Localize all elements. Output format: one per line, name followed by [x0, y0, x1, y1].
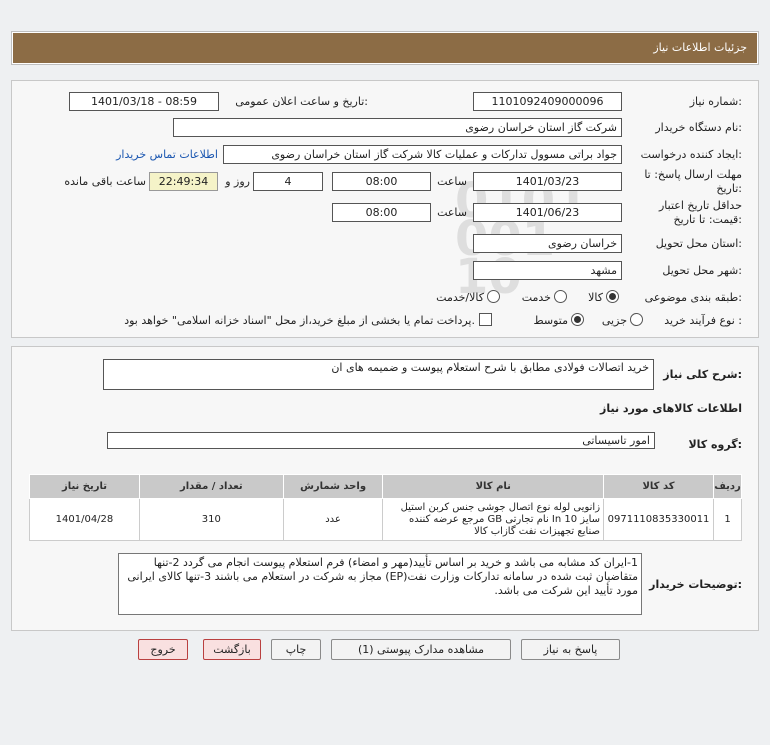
cell-date: 1401/04/28 — [29, 498, 140, 541]
days-field: 4 — [253, 172, 323, 191]
validity-time-field: 08:00 — [332, 203, 431, 222]
summary-label: شرح کلی نیاز: — [663, 368, 742, 381]
cell-unit: عدد — [282, 498, 384, 541]
page-header: جزئیات اطلاعات نیاز — [11, 31, 759, 65]
process-minor-radio[interactable] — [630, 313, 643, 326]
summary-field: خرید اتصالات فولادی مطابق با شرح استعلام… — [103, 359, 654, 390]
process-minor-label: جزیی — [601, 314, 627, 327]
col-header-date: تاریخ نیاز — [29, 474, 140, 499]
validity-label: حداقل تاریخ اعتبار قیمت: تا تاریخ: — [658, 199, 742, 226]
cell-name: زانویی لوله نوع اتصال جوشی جنس کربن استی… — [382, 498, 605, 541]
buyer-org-field: شرکت گاز استان خراسان رضوی — [173, 118, 622, 137]
remaining-label: ساعت باقی مانده — [64, 175, 146, 188]
category-goods-label: کالا — [588, 291, 603, 304]
category-goods-service-label: کالا/خدمت — [436, 291, 484, 304]
col-header-name: نام کالا — [382, 474, 605, 499]
category-goods-service-radio[interactable] — [487, 290, 500, 303]
reply-deadline-label: مهلت ارسال پاسخ: تا تاریخ: — [644, 168, 742, 195]
print-button[interactable]: چاپ — [271, 639, 321, 660]
back-button[interactable]: بازگشت — [203, 639, 261, 660]
province-field: خراسان رضوی — [473, 234, 622, 253]
creator-label: ایجاد کننده درخواست: — [640, 148, 742, 161]
reply-time-label: ساعت — [437, 175, 467, 188]
treasury-payment-note: پرداخت تمام یا بخشی از مبلغ خرید،از محل … — [124, 314, 475, 327]
days-label: روز و — [225, 175, 250, 188]
col-header-qty: تعداد / مقدار — [138, 474, 284, 499]
process-medium-label: متوسط — [533, 314, 568, 327]
col-header-index: ردیف — [713, 474, 742, 499]
process-label: نوع فرآیند خرید : — [664, 314, 742, 327]
col-header-unit: واحد شمارش — [282, 474, 384, 499]
announce-label: تاریخ و ساعت اعلان عمومی: — [235, 95, 368, 108]
view-attachments-button[interactable]: مشاهده مدارک پیوستی (1) — [331, 639, 511, 660]
treasury-payment-checkbox[interactable] — [479, 313, 492, 326]
reply-button[interactable]: پاسخ به نیاز — [521, 639, 620, 660]
col-header-code: کد کالا — [603, 474, 715, 499]
city-label: شهر محل تحویل: — [662, 264, 742, 277]
province-label: استان محل تحویل: — [655, 237, 742, 250]
validity-time-label: ساعت — [437, 206, 467, 219]
buyer-notes-field: 1-ایران کد مشابه می باشد و خرید بر اساس … — [118, 553, 642, 615]
cell-index: 1 — [713, 498, 742, 541]
buyer-notes-label: توضیحات خریدار: — [649, 578, 742, 591]
table-row: 1 0971110835330011 زانویی لوله نوع اتصال… — [29, 498, 742, 541]
exit-button[interactable]: خروج — [138, 639, 188, 660]
category-service-label: خدمت — [521, 291, 551, 304]
page-title: جزئیات اطلاعات نیاز — [13, 33, 757, 63]
need-number-label: شماره نیاز: — [689, 95, 742, 108]
cell-qty: 310 — [138, 498, 284, 541]
need-number-field: 1101092409000096 — [473, 92, 622, 111]
reply-time-field: 08:00 — [332, 172, 431, 191]
announce-field: 1401/03/18 - 08:59 — [69, 92, 219, 111]
goods-table: ردیف کد کالا نام کالا واحد شمارش تعداد /… — [29, 474, 742, 541]
process-medium-radio[interactable] — [571, 313, 584, 326]
group-field: امور تاسیساتی — [107, 432, 655, 449]
group-label: گروه کالا: — [688, 438, 742, 451]
goods-heading: اطلاعات کالاهای مورد نیاز — [600, 402, 742, 415]
buyer-org-label: نام دستگاه خریدار: — [655, 121, 742, 134]
table-header-row: ردیف کد کالا نام کالا واحد شمارش تعداد /… — [29, 474, 742, 499]
city-field: مشهد — [473, 261, 622, 280]
category-goods-radio[interactable] — [606, 290, 619, 303]
category-label: طبقه بندی موضوعی: — [644, 291, 742, 304]
category-service-radio[interactable] — [554, 290, 567, 303]
contact-buyer-link[interactable]: اطلاعات تماس خریدار — [100, 148, 218, 161]
reply-date-field: 1401/03/23 — [473, 172, 622, 191]
validity-date-field: 1401/06/23 — [473, 203, 622, 222]
creator-field: جواد براتی مسوول تدارکات و عملیات کالا ش… — [223, 145, 622, 164]
cell-code: 0971110835330011 — [603, 498, 715, 541]
remaining-time-field: 22:49:34 — [149, 172, 218, 191]
